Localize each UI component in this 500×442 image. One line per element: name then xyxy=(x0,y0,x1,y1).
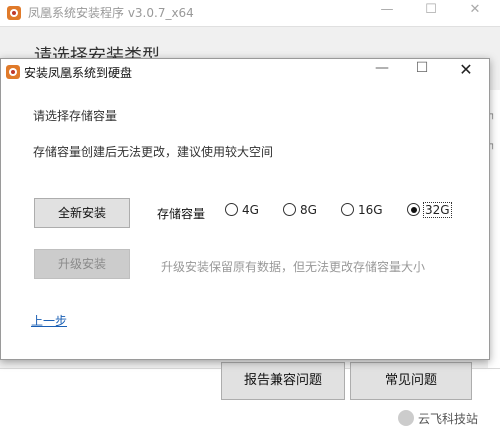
faq-button[interactable]: 常见问题 xyxy=(350,362,472,400)
upgrade-note: 升级安装保留原有数据，但无法更改存储容量大小 xyxy=(161,260,426,274)
capacity-option-4g[interactable]: 4G xyxy=(225,203,259,221)
phoenix-app-icon xyxy=(6,65,20,79)
capacity-prompt: 请选择存储容量 xyxy=(33,109,118,123)
dialog-title: 安装凤凰系统到硬盘 xyxy=(24,66,133,80)
radio-8g-icon xyxy=(283,203,296,216)
upgrade-install-button[interactable]: 升级安装 xyxy=(34,249,130,279)
radio-16g-icon xyxy=(341,203,354,216)
capacity-option-8g[interactable]: 8G xyxy=(283,203,317,221)
phoenix-app-icon xyxy=(7,6,21,20)
side-mark-1: ┐ xyxy=(490,110,496,120)
dialog-minimize-icon[interactable]: — xyxy=(367,60,397,76)
main-maximize-icon[interactable]: ☐ xyxy=(416,2,446,17)
full-install-button[interactable]: 全新安装 xyxy=(34,198,130,228)
radio-32g-selected-icon xyxy=(407,203,420,216)
watermark: 云飞科技站 xyxy=(398,410,478,427)
capacity-option-16g[interactable]: 16G xyxy=(341,203,383,221)
dialog-maximize-icon[interactable]: ☐ xyxy=(407,60,437,76)
side-mark-2: ┐ xyxy=(490,140,496,150)
dialog-close-icon[interactable]: ✕ xyxy=(451,60,481,79)
dialog-titlebar: 安装凤凰系统到硬盘 — ☐ ✕ xyxy=(1,59,489,85)
main-titlebar: 凤凰系统安装程序 v3.0.7_x64 — ☐ ✕ xyxy=(0,0,500,27)
capacity-note: 存储容量创建后无法更改，建议使用较大空间 xyxy=(33,145,274,159)
capacity-option-32g[interactable]: 32G xyxy=(407,202,452,221)
back-link[interactable]: 上一步 xyxy=(31,312,67,329)
wechat-icon xyxy=(398,410,414,426)
report-compat-button[interactable]: 报告兼容问题 xyxy=(221,362,345,400)
main-minimize-icon[interactable]: — xyxy=(372,2,402,17)
install-to-disk-dialog: 安装凤凰系统到硬盘 — ☐ ✕ 请选择存储容量 存储容量创建后无法更改，建议使用… xyxy=(0,58,490,360)
main-window-title: 凤凰系统安装程序 v3.0.7_x64 xyxy=(28,6,194,20)
watermark-text: 云飞科技站 xyxy=(418,412,479,426)
radio-4g-icon xyxy=(225,203,238,216)
main-close-icon[interactable]: ✕ xyxy=(460,2,490,17)
capacity-label: 存储容量 xyxy=(157,207,206,221)
